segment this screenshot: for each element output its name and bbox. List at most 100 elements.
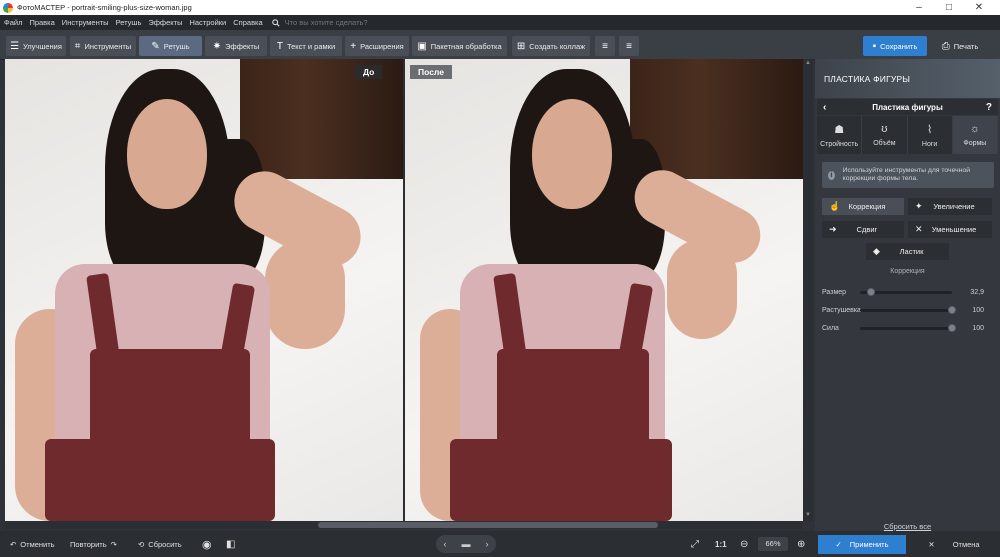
body-icon: ☗ — [834, 123, 845, 136]
enlarge-tool-button[interactable]: ✦ Увеличение — [908, 198, 992, 215]
close-button[interactable]: ✕ — [964, 0, 994, 15]
image-navigation: ‹ ▬ › — [436, 535, 496, 553]
minimize-button[interactable]: – — [904, 0, 934, 15]
fit-screen-icon: ⤢ — [691, 539, 699, 550]
tab-effects[interactable]: ✷ Эффекты — [205, 36, 267, 56]
batch-icon: ▣ — [417, 40, 427, 52]
back-arrow-icon[interactable]: ‹ — [823, 102, 826, 113]
info-text: Используйте инструменты для точечной кор… — [842, 167, 971, 182]
size-slider-label: Размер — [822, 288, 847, 296]
folder-icon[interactable]: ▬ — [462, 539, 471, 549]
collage-icon: ⊞ — [516, 40, 526, 52]
maximize-button[interactable]: □ — [934, 0, 964, 15]
menu-help[interactable]: Справка — [233, 18, 262, 27]
feather-slider-value: 100 — [972, 306, 984, 314]
zoom-out-button[interactable]: ⊖ — [740, 537, 748, 552]
strength-slider-knob[interactable] — [948, 323, 956, 332]
main-toolbar: ☰ Улучшения ⌗ Инструменты ✎ Ретушь ✷ Эффекты… — [0, 30, 1000, 60]
preview-eye-button[interactable]: ◉ — [202, 537, 212, 552]
feather-slider-track[interactable] — [860, 305, 956, 314]
menu-settings[interactable]: Настройки — [189, 18, 226, 27]
print-button[interactable]: ⎙ Печать — [930, 36, 990, 56]
reset-all-link[interactable]: Сбросить все — [815, 522, 1000, 531]
eraser-tool-button[interactable]: ◆ Ластик — [866, 243, 949, 260]
size-slider-track[interactable] — [860, 287, 952, 296]
after-label: После — [410, 65, 452, 79]
reduce-tool-button[interactable]: ✕ Уменьшение — [908, 221, 992, 238]
panel-subheader-title: Пластика фигуры — [872, 102, 943, 112]
zoom-level[interactable]: 66% — [758, 537, 788, 551]
strength-slider[interactable]: Сила 100 — [822, 322, 992, 334]
scroll-up-icon[interactable]: ▲ — [804, 60, 812, 68]
correction-tool-button[interactable]: ☝ Коррекция — [822, 198, 904, 215]
printer-icon: ⎙ — [941, 40, 950, 52]
app-logo-icon — [3, 2, 13, 13]
fit-screen-button[interactable]: ⤢ — [691, 537, 699, 552]
tab-shapes[interactable]: ☼ Формы — [952, 116, 998, 154]
feather-slider[interactable]: Растушевка 100 — [822, 304, 992, 316]
strength-slider-track[interactable] — [860, 323, 956, 332]
feather-slider-knob[interactable] — [948, 305, 956, 314]
zoom-in-button[interactable]: ⊕ — [797, 537, 805, 552]
sliders-icon: ☰ — [10, 40, 20, 52]
tab-text-frames[interactable]: T Текст и рамки — [270, 36, 342, 56]
scroll-down-icon[interactable]: ▼ — [804, 512, 812, 520]
next-image-icon[interactable]: › — [486, 539, 489, 549]
shift-tool-button[interactable]: ➜ Сдвиг — [822, 221, 904, 238]
tab-extensions[interactable]: + Расширения — [345, 36, 409, 56]
photo-canvas[interactable]: До После — [5, 59, 803, 521]
size-slider-knob[interactable] — [867, 287, 876, 296]
list-settings-button[interactable]: ≡ — [595, 36, 615, 56]
help-icon[interactable]: ? — [986, 102, 992, 113]
list-add-icon: ≡ — [626, 40, 632, 52]
before-label: До — [355, 65, 383, 79]
size-slider[interactable]: Размер 32,9 — [822, 286, 992, 298]
tab-retouch[interactable]: ✎ Ретушь — [139, 36, 202, 56]
photo-before — [5, 59, 403, 521]
menu-file[interactable]: Файл — [4, 18, 22, 27]
floppy-icon: ▪ — [872, 40, 877, 52]
arrow-right-icon: ➜ — [829, 224, 837, 234]
undo-button[interactable]: ↶ Отменить — [10, 537, 55, 552]
horizontal-scroll-thumb[interactable] — [318, 522, 658, 528]
actual-size-button[interactable]: 1:1 — [715, 537, 727, 552]
prev-image-icon[interactable]: ‹ — [444, 539, 447, 549]
horizontal-scrollbar[interactable] — [5, 521, 803, 529]
feather-slider-label: Растушевка — [822, 306, 861, 314]
tab-enhancements[interactable]: ☰ Улучшения — [6, 36, 66, 56]
search-input[interactable]: Что вы хотите сделать? — [285, 18, 368, 27]
cancel-button[interactable]: ✕ Отмена — [910, 535, 998, 554]
save-button[interactable]: ▪ Сохранить — [863, 36, 927, 56]
tab-slimness[interactable]: ☗ Стройность — [817, 116, 863, 154]
menu-retouch[interactable]: Ретушь — [116, 18, 142, 27]
tab-tools[interactable]: ⌗ Инструменты — [70, 36, 136, 56]
batch-processing-button[interactable]: ▣ Пакетная обработка — [412, 36, 507, 56]
photo-after — [405, 59, 803, 521]
list-add-button[interactable]: ≡ — [619, 36, 639, 56]
tab-legs[interactable]: ⌇ Ноги — [907, 116, 953, 154]
menu-tools[interactable]: Инструменты — [62, 18, 109, 27]
eye-icon: ◉ — [202, 539, 212, 551]
text-icon: T — [276, 40, 283, 52]
title-bar: ФотоМАСТЕР - portrait-smiling-plus-size-… — [0, 0, 1000, 15]
menu-effects[interactable]: Эффекты — [148, 18, 182, 27]
redo-button[interactable]: Повторить ↷ — [70, 537, 117, 552]
plus-icon: + — [350, 40, 357, 52]
crop-icon: ⌗ — [74, 40, 81, 52]
reset-button[interactable]: ⟲ Сбросить — [138, 537, 182, 552]
correction-section-title: Коррекция — [890, 268, 925, 275]
size-slider-value: 32,9 — [970, 288, 984, 296]
menu-search[interactable]: Что вы хотите сделать? — [271, 18, 368, 27]
menu-edit[interactable]: Правка — [29, 18, 54, 27]
create-collage-button[interactable]: ⊞ Создать коллаж — [512, 36, 590, 56]
reduce-icon: ✕ — [915, 224, 923, 234]
compare-button[interactable]: ◧ — [226, 537, 235, 552]
tab-volume[interactable]: ʊ Объём — [862, 116, 908, 154]
strength-slider-label: Сила — [822, 324, 839, 332]
undo-icon: ↶ — [10, 540, 17, 549]
search-icon — [271, 18, 280, 27]
apply-button[interactable]: ✓ Применить — [818, 535, 906, 554]
vertical-scrollbar[interactable]: ▲ ▼ — [803, 59, 813, 521]
eraser-icon: ◆ — [873, 246, 880, 256]
strength-slider-value: 100 — [972, 324, 984, 332]
